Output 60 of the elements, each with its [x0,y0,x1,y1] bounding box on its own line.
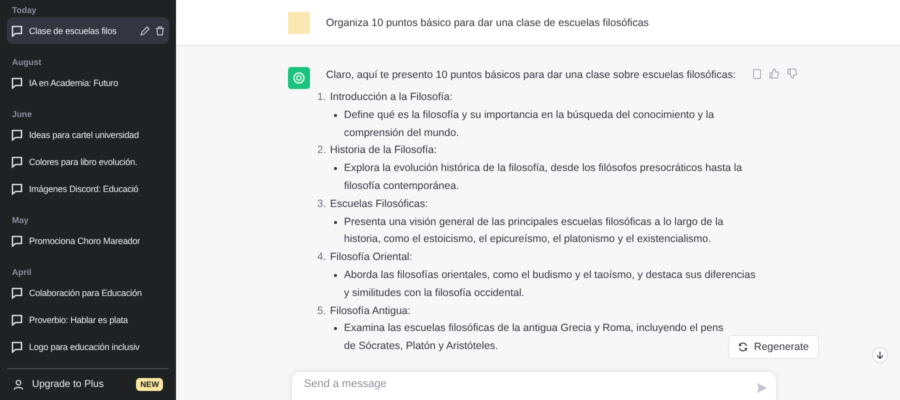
user-avatar [288,12,310,34]
conversation-item[interactable]: Logo para educación inclusiv [7,333,169,360]
point-description: Explora la evolución histórica de la filosofía, desde los filósofos presocráticos hasta la filosofía contemporánea. [344,161,742,194]
point-title: Filosofía Oriental: [330,250,412,266]
section-heading: May [11,214,30,227]
bullet-icon [334,167,337,170]
point-description: Examina las escuelas filosóficas de la antigua Grecia y Roma, incluyendo el pens de Sócrates, Platón y Aristóteles. [344,321,724,354]
conversation-item[interactable]: Promociona Choro Mareador [7,227,169,254]
list-number: 5. [316,304,327,319]
list-number: 1. [316,90,327,105]
list-number: 3. [316,196,327,212]
thumbs-down-icon[interactable] [787,68,798,79]
point-description: Define qué es la filosofía y su importancia en la búsqueda del conocimiento y la comprensión del mundo. [344,108,714,141]
assistant-logo-icon [288,67,310,89]
chat-bubble-icon [11,234,23,246]
chat-bubble-icon [11,128,23,140]
bullet-icon [334,327,337,330]
message-input[interactable]: Send a message [292,372,776,400]
chat-bubble-icon [11,182,23,194]
bullet-icon [334,274,337,277]
chat-bubble-icon [11,76,23,88]
send-icon[interactable] [756,382,768,394]
new-badge: NEW [136,378,163,391]
point-title: Historia de la Filosofía: [330,143,437,158]
conversation-item[interactable]: Colores para libro evolución. [7,148,169,175]
clipboard-icon[interactable] [752,68,762,79]
conversation-item[interactable]: IA en Academia: Futuro [7,69,169,96]
refresh-icon [738,342,748,352]
conversation-item[interactable]: Colaboración para Educación [7,279,169,306]
user-message: Organiza 10 puntos básico para dar una clase de escuelas filosóficas [326,16,649,28]
upgrade-button[interactable]: Upgrade to Plus NEW [7,368,169,400]
conversation-item[interactable]: Ideas para cartel universidad [7,121,169,148]
section-heading: August [11,56,42,69]
chat-bubble-icon [11,24,23,36]
pencil-icon[interactable] [140,26,150,36]
bullet-icon [334,220,337,224]
point-title: Filosofía Antigua: [330,304,411,319]
section-heading: April [11,266,32,279]
point-title: Introducción a la Filosofía: [330,90,453,105]
chat-bubble-icon [11,286,23,298]
point-title: Escuelas Filosóficas: [330,196,428,212]
point-description: Aborda las filosofías orientales, como el budismo y el taoísmo, y destaca sus diferencias y similitudes con la filosofía occidental. [344,268,756,301]
thumbs-up-icon[interactable] [769,68,780,79]
trash-icon[interactable] [155,26,165,36]
list-number: 4. [316,250,327,266]
conversation-item[interactable]: Imágenes Discord: Educació [7,175,169,202]
conversation-item[interactable]: Clase de escuelas filos [7,17,169,44]
assistant-intro: Claro, aquí te presento 10 puntos básicos para dar una clase sobre escuelas filosóficas: [326,69,736,81]
chat-bubble-icon [11,314,23,326]
list-number: 2. [316,143,327,158]
arrow-down-icon [876,351,884,359]
regenerate-button[interactable]: Regenerate [728,335,819,359]
section-heading: Today [11,4,38,17]
chat-bubble-icon [11,156,23,168]
conversation-item[interactable]: Proverbio: Hablar es plata [7,306,169,333]
user-icon [13,379,24,390]
section-heading: June [11,108,33,121]
point-description: Presenta una visión general de las principales escuelas filosóficas a lo largo de la historia, como el estoicismo, el epicureísmo, el platonismo y el existencialismo. [344,214,724,248]
chat-bubble-icon [11,340,23,352]
bullet-icon [334,114,337,117]
